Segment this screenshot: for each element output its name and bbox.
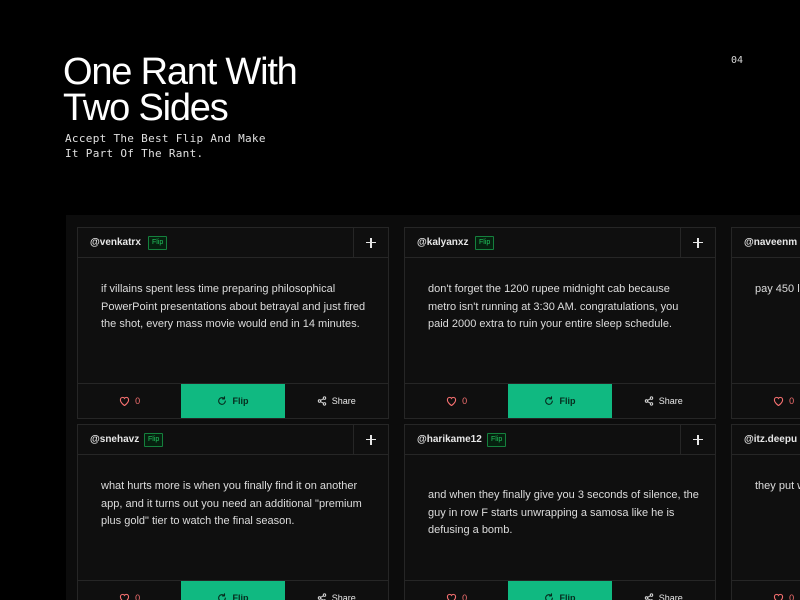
add-flip-button[interactable] xyxy=(353,228,388,257)
share-icon xyxy=(317,593,327,600)
card-header: @harikame12 Flip xyxy=(405,425,715,455)
flip-badge: Flip xyxy=(148,236,168,250)
flip-button[interactable]: Flip xyxy=(181,384,285,418)
card-actions: 0 Flip Share xyxy=(405,383,715,418)
card-header: @itz.deepu Flip xyxy=(732,425,800,455)
add-flip-button[interactable] xyxy=(680,425,715,454)
refresh-icon xyxy=(217,396,227,406)
user-handle[interactable]: @itz.deepu xyxy=(744,434,797,445)
heart-icon xyxy=(773,396,784,406)
share-button[interactable]: Share xyxy=(285,384,388,418)
like-count: 0 xyxy=(462,593,468,600)
flip-label: Flip xyxy=(559,396,576,406)
share-label: Share xyxy=(331,593,356,600)
heart-icon xyxy=(119,396,130,406)
refresh-icon xyxy=(544,396,554,406)
card-header: @venkatrx Flip xyxy=(78,228,388,258)
flip-button[interactable]: Flip xyxy=(181,581,285,600)
refresh-icon xyxy=(544,593,554,600)
refresh-icon xyxy=(217,593,227,600)
flip-button[interactable]: Flip xyxy=(508,581,612,600)
share-icon xyxy=(644,593,654,600)
like-count: 0 xyxy=(462,396,468,406)
rant-text: if villains spent less time preparing ph… xyxy=(101,283,366,330)
heart-icon xyxy=(446,593,457,600)
title-line-2: Two Sides xyxy=(63,87,229,129)
flip-badge: Flip xyxy=(144,433,164,447)
flip-badge: Flip xyxy=(475,236,495,250)
rant-text: and when they finally give you 3 seconds… xyxy=(428,489,699,536)
subtitle-line-1: Accept The Best Flip And Make xyxy=(65,132,266,145)
flip-label: Flip xyxy=(559,593,576,600)
rant-card-4: @snehavz Flip what hurts more is when yo… xyxy=(77,424,389,600)
heart-icon xyxy=(446,396,457,406)
rant-text: don't forget the 1200 rupee midnight cab… xyxy=(428,283,679,330)
share-label: Share xyxy=(658,396,683,406)
page-subtitle: Accept The Best Flip And Make It Part Of… xyxy=(65,131,266,161)
flip-label: Flip xyxy=(232,396,249,406)
heart-icon xyxy=(773,593,784,600)
user-handle[interactable]: @naveenm xyxy=(744,237,797,248)
user-handle[interactable]: @harikame12 xyxy=(417,434,482,445)
card-header: @naveenm Flip xyxy=(732,228,800,258)
rant-card-1: @venkatrx Flip if villains spent less ti… xyxy=(77,227,389,419)
like-count: 0 xyxy=(135,593,141,600)
rant-text: what hurts more is when you finally find… xyxy=(101,480,362,527)
like-button[interactable]: 0 xyxy=(405,581,508,600)
share-button[interactable]: Share xyxy=(612,581,715,600)
flip-button[interactable]: Flip xyxy=(508,384,612,418)
like-count: 0 xyxy=(135,396,141,406)
rant-board: @venkatrx Flip if villains spent less ti… xyxy=(66,215,800,600)
add-flip-button[interactable] xyxy=(353,425,388,454)
heart-icon xyxy=(119,593,130,600)
rant-text: they put while sta and a Ma xyxy=(755,480,800,492)
card-actions: 0 Flip Share xyxy=(78,383,388,418)
rant-card-5: @harikame12 Flip and when they finally g… xyxy=(404,424,716,600)
like-count: 0 xyxy=(789,593,795,600)
share-label: Share xyxy=(331,396,356,406)
share-icon xyxy=(317,396,327,406)
rant-card-2: @kalyanxz Flip don't forget the 1200 rup… xyxy=(404,227,716,419)
page-title: One Rant With Two Sides xyxy=(63,51,298,129)
user-handle[interactable]: @snehavz xyxy=(90,434,139,445)
user-handle[interactable]: @kalyanxz xyxy=(417,237,468,248)
add-flip-button[interactable] xyxy=(680,228,715,257)
flip-badge: Flip xyxy=(487,433,507,447)
title-line-1: One Rant With xyxy=(63,51,298,93)
rant-card-6: @itz.deepu Flip they put while sta and a… xyxy=(731,424,800,600)
share-icon xyxy=(644,396,654,406)
card-actions: 0 Flip Share xyxy=(405,580,715,600)
card-actions: 0 Flip Share xyxy=(732,580,800,600)
user-handle[interactable]: @venkatrx xyxy=(90,237,141,248)
subtitle-line-2: It Part Of The Rant. xyxy=(65,147,204,160)
card-actions: 0 Flip Share xyxy=(732,383,800,418)
like-button[interactable]: 0 xyxy=(405,384,508,418)
like-button[interactable]: 0 xyxy=(78,384,181,418)
rant-text: pay 450 like air a pan mas is the int xyxy=(755,283,800,295)
like-count: 0 xyxy=(789,396,795,406)
like-button[interactable]: 0 xyxy=(732,581,800,600)
card-header: @kalyanxz Flip xyxy=(405,228,715,258)
share-button[interactable]: Share xyxy=(285,581,388,600)
like-button[interactable]: 0 xyxy=(732,384,800,418)
rant-card-3: @naveenm Flip pay 450 like air a pan mas… xyxy=(731,227,800,419)
like-button[interactable]: 0 xyxy=(78,581,181,600)
share-button[interactable]: Share xyxy=(612,384,715,418)
share-label: Share xyxy=(658,593,683,600)
card-actions: 0 Flip Share xyxy=(78,580,388,600)
flip-label: Flip xyxy=(232,593,249,600)
page-number: 04 xyxy=(731,55,744,66)
card-header: @snehavz Flip xyxy=(78,425,388,455)
